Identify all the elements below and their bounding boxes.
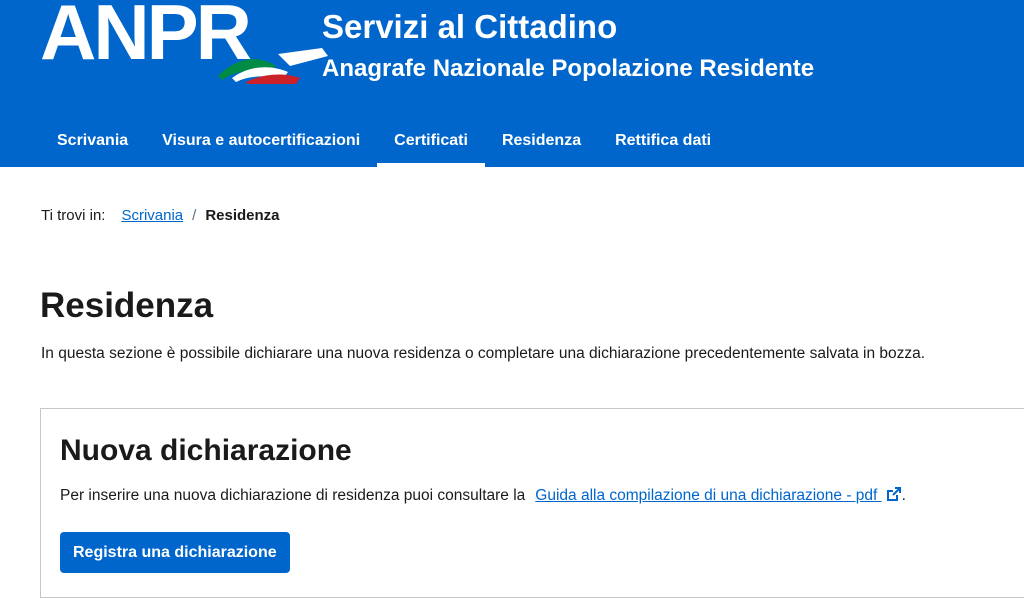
guide-pdf-link[interactable]: Guida alla compilazione di una dichiaraz… (535, 486, 901, 505)
breadcrumb-separator: / (192, 207, 197, 224)
breadcrumb-link-scrivania[interactable]: Scrivania (121, 207, 183, 224)
site-header: ANPR Servizi al Cittadino Anagrafe Nazio… (0, 0, 1024, 167)
breadcrumb-prefix: Ti trovi in: (41, 207, 106, 224)
site-title: Servizi al Cittadino (322, 8, 618, 45)
breadcrumb: Ti trovi in: Scrivania / Residenza (41, 207, 280, 224)
page-description: In questa sezione è possibile dichiarare… (41, 345, 926, 362)
card-text-end: . (901, 487, 906, 504)
nav-item-scrivania[interactable]: Scrivania (40, 118, 145, 167)
new-declaration-card: Nuova dichiarazione Per inserire una nuo… (40, 408, 1024, 598)
external-link-icon (886, 487, 901, 501)
main-nav: Scrivania Visura e autocertificazioni Ce… (40, 118, 728, 167)
nav-item-visura[interactable]: Visura e autocertificazioni (145, 118, 377, 167)
breadcrumb-current: Residenza (205, 207, 280, 224)
anpr-logo[interactable]: ANPR (40, 0, 328, 90)
register-declaration-button[interactable]: Registra una dichiarazione (60, 532, 290, 573)
page-title: Residenza (40, 286, 214, 325)
nav-item-rettifica-dati[interactable]: Rettifica dati (598, 118, 728, 167)
nav-item-certificati[interactable]: Certificati (377, 118, 485, 167)
site-subtitle: Anagrafe Nazionale Popolazione Residente (322, 55, 815, 82)
card-text: Per inserire una nuova dichiarazione di … (60, 486, 906, 505)
card-title: Nuova dichiarazione (60, 434, 352, 467)
italian-flag-swoosh-icon (218, 48, 328, 84)
guide-pdf-link-label: Guida alla compilazione di una dichiaraz… (535, 487, 878, 504)
card-text-body: Per inserire una nuova dichiarazione di … (60, 487, 526, 504)
nav-item-residenza[interactable]: Residenza (485, 118, 598, 167)
